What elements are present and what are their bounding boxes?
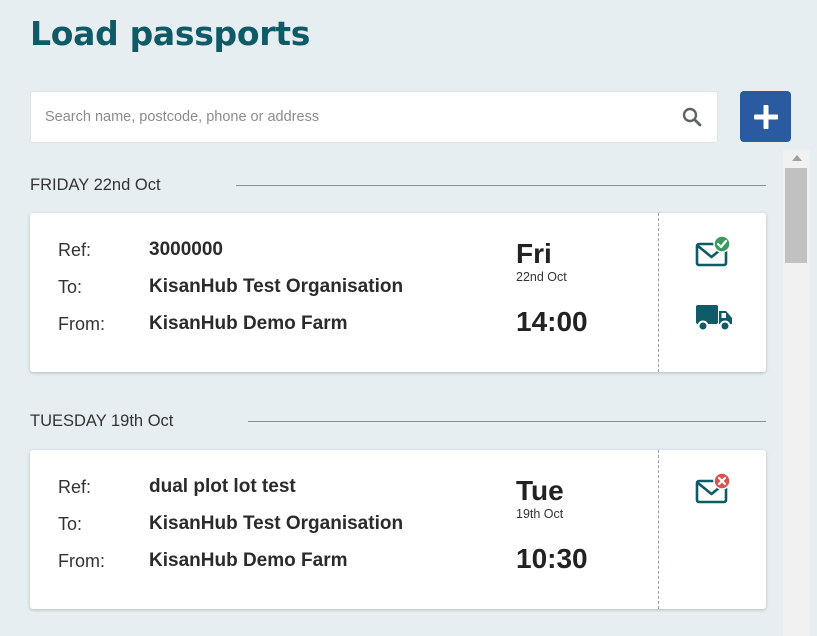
day-group-header: TUESDAY 19th Oct xyxy=(30,411,766,431)
ref-label: Ref: xyxy=(58,476,92,497)
to-row: To: KisanHub Test Organisation xyxy=(58,276,403,298)
delivery-day: Fri xyxy=(516,238,552,269)
passport-card-status xyxy=(658,213,766,372)
to-label: To: xyxy=(58,513,83,534)
ref-value: dual plot lot test xyxy=(149,476,296,497)
passport-list: FRIDAY 22nd Oct Ref: 3000000 To: KisanHu… xyxy=(0,150,783,636)
add-passport-button[interactable] xyxy=(740,91,791,142)
to-label: To: xyxy=(58,276,83,297)
day-group-header: FRIDAY 22nd Oct xyxy=(30,175,766,195)
ref-row: Ref: 3000000 xyxy=(58,239,223,261)
scrollbar-thumb[interactable] xyxy=(785,168,807,263)
from-row: From: KisanHub Demo Farm xyxy=(58,550,347,572)
scroll-up-arrow-icon[interactable] xyxy=(783,150,810,166)
passport-card-details: Ref: 3000000 To: KisanHub Test Organisat… xyxy=(30,213,658,372)
search-icon[interactable] xyxy=(681,106,703,128)
passport-card-status xyxy=(658,450,766,609)
delivery-time: 14:00 xyxy=(516,306,588,337)
from-value: KisanHub Demo Farm xyxy=(149,550,348,571)
day-group-label: FRIDAY 22nd Oct xyxy=(30,175,161,194)
delivery-day: Tue xyxy=(516,475,564,506)
ref-label: Ref: xyxy=(58,239,92,260)
divider xyxy=(248,420,766,422)
from-label: From: xyxy=(58,550,105,571)
mail-failed-x-icon[interactable] xyxy=(695,472,733,511)
search-bar xyxy=(30,91,718,143)
truck-icon xyxy=(695,303,733,338)
ref-row: Ref: dual plot lot test xyxy=(58,476,296,498)
divider xyxy=(235,184,766,186)
search-input[interactable] xyxy=(45,109,681,125)
from-value: KisanHub Demo Farm xyxy=(149,313,348,334)
to-value: KisanHub Test Organisation xyxy=(149,513,404,534)
passport-card-details: Ref: dual plot lot test To: KisanHub Tes… xyxy=(30,450,658,609)
plus-icon xyxy=(753,104,778,129)
passport-card[interactable]: Ref: dual plot lot test To: KisanHub Tes… xyxy=(30,450,766,609)
passport-card[interactable]: Ref: 3000000 To: KisanHub Test Organisat… xyxy=(30,213,766,372)
page-title: Load passports xyxy=(30,14,311,53)
delivery-time: 10:30 xyxy=(516,543,588,574)
delivery-date: 19th Oct xyxy=(516,507,564,521)
to-value: KisanHub Test Organisation xyxy=(149,276,404,297)
mail-sent-check-icon[interactable] xyxy=(695,235,733,274)
from-row: From: KisanHub Demo Farm xyxy=(58,313,347,335)
from-label: From: xyxy=(58,313,105,334)
scrollbar[interactable] xyxy=(783,150,810,636)
to-row: To: KisanHub Test Organisation xyxy=(58,513,403,535)
ref-value: 3000000 xyxy=(149,239,223,260)
day-group-label: TUESDAY 19th Oct xyxy=(30,411,174,430)
delivery-date: 22nd Oct xyxy=(516,270,567,284)
